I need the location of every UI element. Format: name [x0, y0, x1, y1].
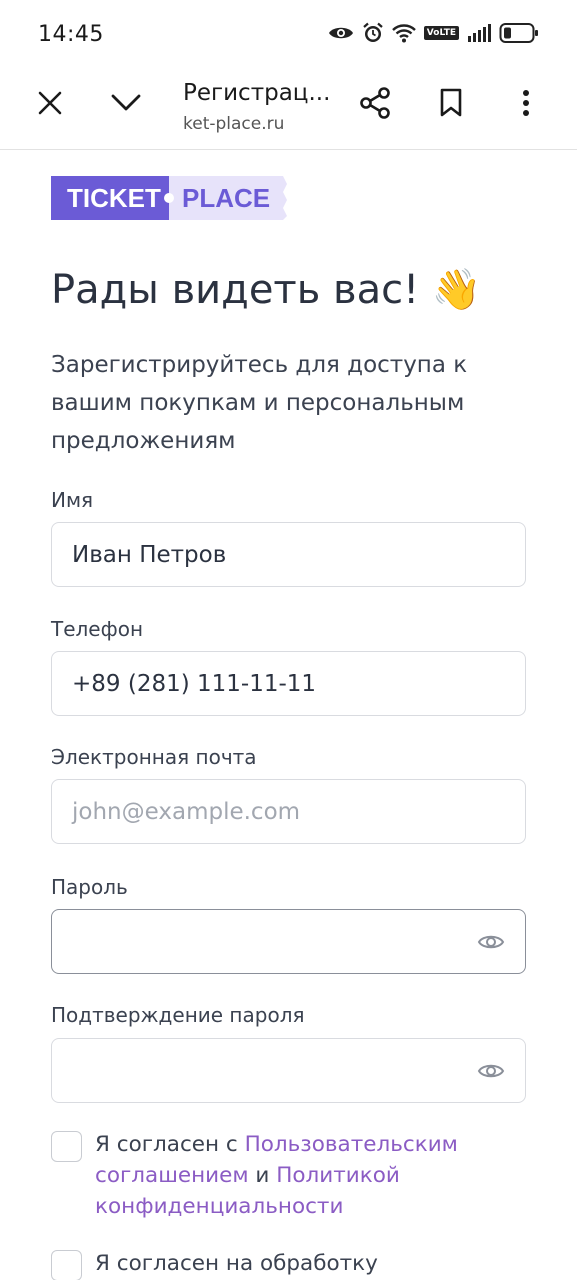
email-label: Электронная почта [51, 745, 257, 769]
close-button[interactable] [22, 72, 78, 138]
bookmark-icon [439, 88, 463, 123]
terms-checkbox[interactable] [51, 1131, 82, 1162]
ticket-place-logo[interactable]: TICKET PLACE [51, 172, 287, 224]
volte-badge: VoLTE [423, 26, 459, 40]
page-title: Регистрац... [183, 80, 331, 106]
email-placeholder: john@example.com [72, 798, 301, 825]
battery-icon [499, 22, 539, 44]
password-confirm-label: Подтверждение пароля [51, 1003, 305, 1027]
share-button[interactable] [347, 72, 403, 138]
phone-input[interactable]: +89 (281) 111-11-11 [51, 651, 526, 716]
alarm-icon [362, 22, 384, 44]
name-input[interactable]: Иван Петров [51, 522, 526, 587]
close-icon [37, 90, 63, 121]
logo-word-ticket: TICKET [67, 183, 161, 213]
name-label: Имя [51, 488, 94, 512]
password-confirm-input[interactable] [51, 1038, 526, 1103]
welcome-heading: Рады видеть вас! 👋 [51, 267, 482, 313]
terms-agreement-row: Я согласен с Пользовательским соглашение… [51, 1129, 527, 1225]
terms-agreement-text: Я согласен с Пользовательским соглашение… [95, 1129, 527, 1222]
show-password-confirm-toggle[interactable] [477, 1057, 505, 1085]
terms-text-before: Я согласен с [95, 1132, 245, 1157]
phone-label: Телефон [51, 617, 144, 641]
welcome-subtitle: Зарегистрируйтесь для доступа к вашим по… [51, 352, 468, 454]
eye-icon [328, 24, 354, 42]
name-value: Иван Петров [72, 541, 227, 568]
clock: 14:45 [38, 22, 104, 47]
processing-agreement-row: Я согласен на обработку [51, 1248, 527, 1280]
terms-text-middle: и [248, 1163, 277, 1188]
share-icon [359, 86, 391, 124]
more-vert-icon [522, 89, 530, 122]
more-options-button[interactable] [498, 72, 554, 138]
processing-checkbox[interactable] [51, 1250, 82, 1280]
eye-icon [477, 1064, 505, 1077]
signal-icon [467, 23, 491, 43]
chevron-down-icon [111, 93, 141, 118]
bookmark-button[interactable] [423, 72, 479, 138]
logo-word-place: PLACE [182, 183, 270, 213]
wifi-icon [391, 23, 416, 43]
phone-value: +89 (281) 111-11-11 [72, 670, 317, 697]
status-icons: VoLTE [328, 22, 539, 44]
status-bar: 14:45 VoLTE [0, 0, 577, 72]
eye-icon [477, 935, 505, 948]
browser-toolbar: Регистрац... ket-place.ru [0, 72, 577, 150]
page-url[interactable]: ket-place.ru [183, 114, 284, 134]
email-input[interactable]: john@example.com [51, 779, 526, 844]
processing-agreement-text: Я согласен на обработку [95, 1251, 378, 1276]
show-password-toggle[interactable] [477, 928, 505, 956]
password-input[interactable] [51, 909, 526, 974]
collapse-button[interactable] [98, 72, 154, 138]
password-label: Пароль [51, 875, 128, 899]
